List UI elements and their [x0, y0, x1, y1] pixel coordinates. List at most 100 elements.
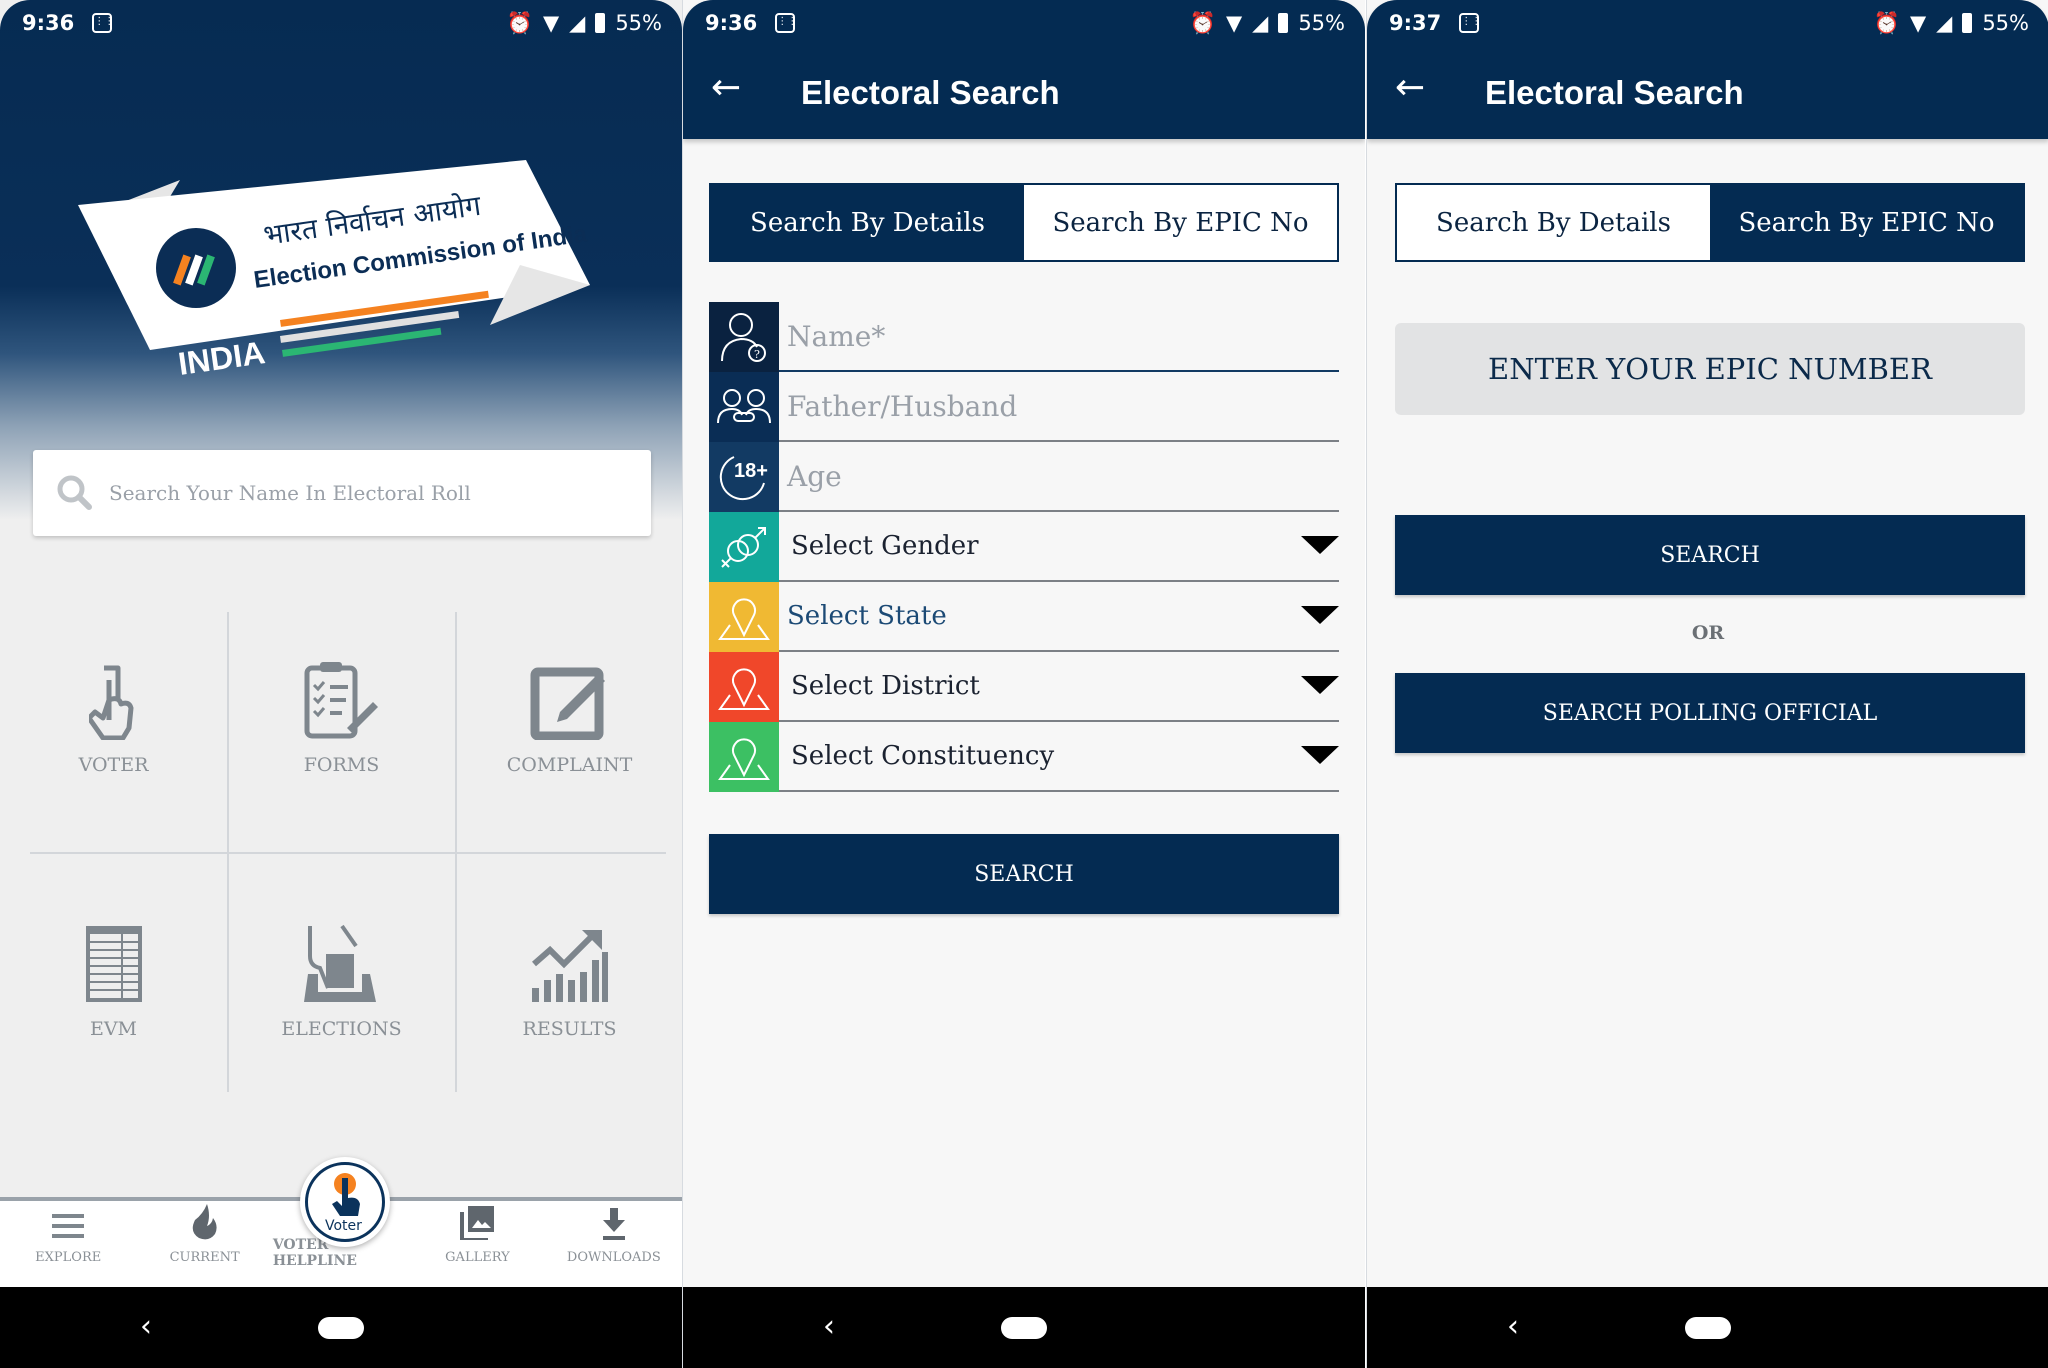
age-field-row: 18+ Age — [709, 442, 1339, 512]
name-field-row: ? Name* — [709, 302, 1339, 372]
system-navigation-bar: ‹ — [1367, 1287, 2048, 1368]
system-home-button[interactable] — [1685, 1317, 1731, 1339]
epic-number-input[interactable]: ENTER YOUR EPIC NUMBER — [1395, 323, 2025, 415]
father-husband-field-row: Father/Husband — [709, 372, 1339, 442]
chart-growth-icon — [531, 930, 608, 1002]
battery-level: 55% — [1982, 11, 2029, 35]
edit-icon — [530, 667, 605, 740]
feature-grid: VOTER FORMS COMPLAINT EVM ELECTIONS RESU… — [0, 612, 682, 1092]
state-select[interactable]: Select State — [779, 582, 1339, 652]
electoral-roll-search-input[interactable]: Search Your Name In Electoral Roll — [33, 450, 651, 536]
grid-item-complaint[interactable]: COMPLAINT — [456, 612, 682, 852]
alarm-icon: ⏰ — [506, 10, 533, 35]
grid-item-voter[interactable]: VOTER — [0, 612, 227, 852]
tab-search-by-details[interactable]: Search By Details — [1397, 185, 1710, 260]
back-arrow-icon[interactable]: ← — [711, 70, 741, 106]
system-back-button[interactable]: ‹ — [1507, 1309, 1519, 1344]
search-mode-tabs: Search By Details Search By EPIC No — [709, 183, 1339, 262]
grid-item-evm[interactable]: EVM — [0, 854, 227, 1094]
nav-gallery[interactable]: GALLERY — [409, 1201, 545, 1287]
system-navigation-bar: ‹ — [683, 1287, 1365, 1368]
person-question-icon: ? — [709, 302, 779, 372]
system-back-button[interactable]: ‹ — [823, 1309, 835, 1344]
sim-icon: ⋮⋮ — [775, 13, 797, 33]
download-icon — [602, 1208, 625, 1240]
alarm-icon: ⏰ — [1189, 10, 1216, 35]
system-navigation-bar: ‹ — [0, 1287, 682, 1368]
page-title: Electoral Search — [801, 74, 1060, 111]
dropdown-caret-icon — [1301, 676, 1339, 694]
dropdown-caret-icon — [1301, 536, 1339, 554]
nav-current[interactable]: CURRENT — [136, 1201, 272, 1287]
grid-label: ELECTIONS — [281, 1018, 402, 1040]
grid-item-elections[interactable]: ELECTIONS — [228, 854, 455, 1094]
system-home-button[interactable] — [318, 1317, 364, 1339]
or-separator: OR — [1691, 622, 1725, 644]
tab-search-by-epic[interactable]: Search By EPIC No — [1710, 185, 2023, 260]
search-icon — [57, 475, 92, 510]
nav-label: DOWNLOADS — [566, 1250, 661, 1265]
dropdown-caret-icon — [1301, 746, 1339, 764]
grid-label: RESULTS — [522, 1018, 617, 1040]
status-time: 9:36 — [705, 11, 758, 35]
nav-label: GALLERY — [445, 1250, 510, 1265]
fab-text: Voter — [325, 1218, 362, 1234]
ballot-box-icon — [303, 924, 376, 1002]
battery-level: 55% — [1298, 11, 1345, 35]
status-bar: 9:36 ⋮⋮ ⏰ ▼ ◢ 55% — [0, 0, 682, 46]
tab-search-by-epic[interactable]: Search By EPIC No — [1024, 185, 1337, 260]
sim-icon: ⋮⋮ — [1459, 13, 1481, 33]
signal-icon: ◢ — [569, 11, 586, 35]
status-bar: 9:36 ⋮⋮ ⏰ ▼ ◢ 55% — [683, 0, 1365, 46]
voter-helpline-button[interactable]: Voter — [300, 1157, 390, 1247]
gallery-icon — [460, 1206, 495, 1240]
battery-icon — [1278, 13, 1289, 33]
svg-text:?: ? — [754, 348, 760, 361]
home-screen: 9:36 ⋮⋮ ⏰ ▼ ◢ 55% भारत निर्वाचन आयोग Ele… — [0, 0, 682, 1368]
gender-select-row: Select Gender — [709, 512, 1339, 582]
father-husband-input[interactable]: Father/Husband — [779, 372, 1339, 442]
grid-label: FORMS — [303, 754, 380, 776]
search-placeholder: Search Your Name In Electoral Roll — [109, 481, 471, 505]
status-time: 9:36 — [22, 11, 75, 35]
state-select-row: Select State — [709, 582, 1339, 652]
grid-item-forms[interactable]: FORMS — [228, 612, 455, 852]
signal-icon: ◢ — [1252, 11, 1269, 35]
battery-level: 55% — [615, 11, 662, 35]
battery-icon — [1962, 13, 1973, 33]
search-button[interactable]: SEARCH — [1395, 515, 2025, 595]
flame-icon — [192, 1204, 217, 1240]
wifi-icon: ▼ — [543, 11, 560, 35]
eci-logo: भारत निर्वाचन आयोग Election Commission o… — [78, 160, 590, 382]
tab-search-by-details[interactable]: Search By Details — [711, 185, 1024, 260]
district-select[interactable]: Select District — [779, 652, 1339, 722]
constituency-select-value: Select Constituency — [791, 741, 1055, 771]
constituency-select[interactable]: Select Constituency — [779, 722, 1339, 792]
grid-label: COMPLAINT — [506, 754, 633, 776]
clipboard-icon — [304, 662, 378, 739]
district-select-row: Select District — [709, 652, 1339, 722]
back-arrow-icon[interactable]: ← — [1395, 70, 1425, 106]
search-button[interactable]: SEARCH — [709, 834, 1339, 914]
nav-downloads[interactable]: DOWNLOADS — [546, 1201, 682, 1287]
grid-item-results[interactable]: RESULTS — [456, 854, 682, 1094]
nav-explore[interactable]: EXPLORE — [0, 1201, 136, 1287]
system-home-button[interactable] — [1001, 1317, 1047, 1339]
voter-logo-icon: Voter — [325, 1173, 362, 1234]
age-input[interactable]: Age — [779, 442, 1339, 512]
map-pin-icon — [709, 582, 779, 652]
district-select-value: Select District — [791, 671, 980, 701]
name-input[interactable]: Name* — [779, 302, 1339, 372]
search-by-epic-screen: ← Electoral Search 9:37 ⋮⋮ ⏰ ▼ ◢ 55% Sea… — [1367, 0, 2048, 1368]
evm-machine-icon — [85, 926, 142, 1002]
grid-label: VOTER — [78, 754, 149, 776]
search-by-details-screen: ← Electoral Search 9:36 ⋮⋮ ⏰ ▼ ◢ 55% Sea… — [683, 0, 1365, 1368]
grid-label: EVM — [89, 1018, 138, 1040]
map-pin-icon — [709, 722, 779, 792]
search-polling-official-button[interactable]: SEARCH POLLING OFFICIAL — [1395, 673, 2025, 753]
system-back-button[interactable]: ‹ — [140, 1309, 152, 1344]
battery-icon — [595, 13, 606, 33]
gender-select[interactable]: Select Gender — [779, 512, 1339, 582]
state-select-value: Select State — [787, 601, 947, 631]
gender-select-value: Select Gender — [791, 531, 979, 561]
